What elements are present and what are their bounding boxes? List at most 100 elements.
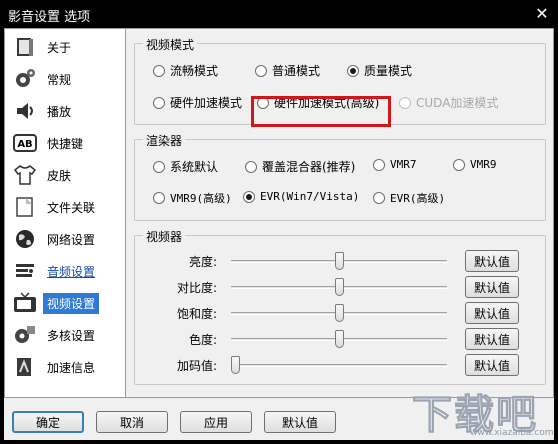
sidebar-item-audio[interactable]: 音频设置 [5, 255, 125, 287]
radio-dot [153, 96, 165, 109]
radio-label: VMR9 [470, 158, 497, 171]
radio-label: CUDA加速模式 [416, 96, 499, 110]
reset-default-button[interactable]: 默认值 [465, 354, 519, 376]
reset-default-button[interactable]: 默认值 [465, 250, 519, 272]
reset-default-button[interactable]: 默认值 [465, 276, 519, 298]
radio-dot [255, 64, 267, 77]
book-icon [9, 31, 41, 63]
sidebar-item-label: 视频设置 [43, 292, 100, 314]
gear-icon [9, 63, 41, 95]
sidebar-item-video[interactable]: 视频设置 [5, 287, 125, 319]
video-adjust-group: 视频器 亮度: 默认值 对比度: 默认值 饱和度: 默认值 色度: 默认值 加码值: 默认值 [134, 228, 546, 385]
radio-dot [153, 192, 165, 204]
radio-dot [399, 96, 411, 109]
sidebar-item-label: 播放 [47, 104, 72, 119]
radio-hw-accel-mode[interactable]: 硬件加速模式 [153, 94, 242, 111]
radio-evr[interactable]: EVR(Win7/Vista) [243, 190, 359, 203]
slider-thumb[interactable] [334, 252, 344, 270]
radio-label: 普通模式 [272, 64, 321, 78]
video-adjust-legend: 视频器 [143, 228, 186, 245]
sidebar-item-label: 网络设置 [47, 232, 96, 247]
highlight-box [251, 96, 391, 127]
radio-dot-checked [243, 190, 255, 203]
radio-vmr7[interactable]: VMR7 [373, 158, 417, 171]
slider-row-saturation: 饱和度: 默认值 [135, 302, 558, 324]
dialog-body: 关于 常规 播放 AB 快捷键 皮肤 文件关联 网络设置 音频设置 视频设置 多… [4, 28, 554, 440]
radio-label: 系统默认 [170, 160, 219, 174]
slider-thumb[interactable] [334, 278, 344, 296]
sidebar-item-network[interactable]: 网络设置 [5, 223, 125, 255]
cpu-icon [9, 319, 41, 351]
slider-label: 亮度: [188, 255, 217, 269]
close-icon[interactable]: ✕ [532, 4, 552, 24]
sidebar-item-general[interactable]: 常规 [5, 63, 125, 95]
radio-quality-mode[interactable]: 质量模式 [347, 62, 412, 79]
radio-label: EVR(Win7/Vista) [260, 190, 360, 203]
title-bar[interactable]: 影音设置 选项 ✕ [0, 0, 558, 28]
sidebar-item-skin[interactable]: 皮肤 [5, 159, 125, 191]
radio-dot [245, 160, 257, 173]
video-settings-panel: 视频模式 流畅模式 普通模式 质量模式 硬件加速模式 硬件加速模式(高级) CU… [126, 28, 554, 398]
radio-system-default[interactable]: 系统默认 [153, 158, 218, 175]
keyboard-icon: AB [9, 127, 41, 159]
radio-dot [373, 158, 385, 171]
radio-dot [373, 192, 385, 204]
radio-vmr9[interactable]: VMR9 [453, 158, 497, 171]
slider-label: 饱和度: [176, 307, 217, 321]
radio-dot-checked [347, 64, 359, 77]
renderer-group: 渲染器 系统默认 覆盖混合器(推荐) VMR7 VMR9 VMR9(高级) EV… [134, 132, 546, 221]
slider-thumb[interactable] [334, 330, 344, 348]
default-button[interactable]: 默认值 [264, 411, 336, 433]
audio-icon [9, 255, 41, 287]
slider-row-contrast: 对比度: 默认值 [135, 276, 558, 298]
watermark-url: www.xiazaiba.com [470, 428, 554, 438]
accelerate-icon [9, 351, 41, 383]
radio-cuda-mode: CUDA加速模式 [399, 94, 498, 111]
slider-track[interactable] [231, 364, 447, 367]
slider-thumb[interactable] [334, 304, 344, 322]
radio-dot [453, 158, 465, 171]
sidebar-item-multicore[interactable]: 多核设置 [5, 319, 125, 351]
speaker-icon [9, 95, 41, 127]
sidebar-item-label: 音频设置 [47, 264, 96, 279]
reset-default-button[interactable]: 默认值 [465, 328, 519, 350]
ok-button[interactable]: 确定 [12, 411, 84, 433]
radio-label: EVR(高级) [390, 192, 446, 205]
radio-label: 硬件加速模式 [170, 96, 243, 110]
slider-row-hue: 色度: 默认值 [135, 328, 558, 350]
sidebar-item-label: 常规 [47, 72, 72, 87]
slider-row-brightness: 亮度: 默认值 [135, 250, 558, 272]
slider-label: 色度: [188, 333, 217, 347]
window-title: 影音设置 选项 [8, 10, 91, 25]
slider-thumb[interactable] [231, 356, 240, 374]
sidebar-item-label: 皮肤 [47, 168, 72, 183]
sidebar-item-label: 关于 [47, 40, 72, 55]
sidebar-item-playback[interactable]: 播放 [5, 95, 125, 127]
sidebar-item-file-assoc[interactable]: 文件关联 [5, 191, 125, 223]
radio-smooth-mode[interactable]: 流畅模式 [153, 62, 218, 79]
sidebar-item-label: 快捷键 [47, 136, 84, 151]
svg-text:AB: AB [17, 139, 32, 150]
sidebar-item-about[interactable]: 关于 [5, 31, 125, 63]
video-mode-group: 视频模式 流畅模式 普通模式 质量模式 硬件加速模式 硬件加速模式(高级) CU… [134, 36, 546, 127]
radio-dot [153, 160, 165, 173]
sidebar-item-accel-info[interactable]: 加速信息 [5, 351, 125, 383]
renderer-legend: 渲染器 [143, 132, 186, 149]
globe-icon [9, 223, 41, 255]
shirt-icon [9, 159, 41, 191]
sidebar-item-label: 加速信息 [47, 360, 96, 375]
settings-window: 影音设置 选项 ✕ 关于 常规 播放 AB 快捷键 皮肤 文件关联 网络设置 音… [0, 0, 558, 444]
tv-icon [9, 287, 41, 319]
radio-normal-mode[interactable]: 普通模式 [255, 62, 320, 79]
apply-button[interactable]: 应用 [180, 411, 252, 433]
slider-label: 加码值: [176, 359, 217, 373]
watermark-logo: 下载吧 www.xiazaiba.com [400, 376, 554, 439]
cancel-button[interactable]: 取消 [96, 411, 168, 433]
radio-overlay-mixer[interactable]: 覆盖混合器(推荐) [245, 158, 355, 175]
slider-row-gain: 加码值: 默认值 [135, 354, 558, 376]
sidebar-item-hotkeys[interactable]: AB 快捷键 [5, 127, 125, 159]
radio-label: 流畅模式 [170, 64, 219, 78]
radio-vmr9-advanced[interactable]: VMR9(高级) [153, 190, 232, 206]
reset-default-button[interactable]: 默认值 [465, 302, 519, 324]
radio-evr-advanced[interactable]: EVR(高级) [373, 190, 445, 206]
